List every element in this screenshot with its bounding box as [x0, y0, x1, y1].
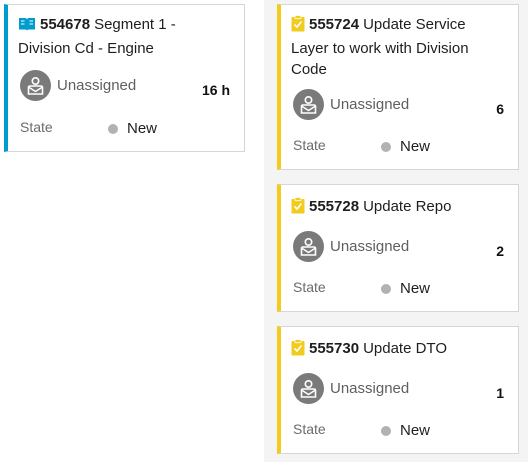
- user-avatar-icon: [293, 373, 324, 404]
- card-title-row: 554678 Segment 1 - Division Cd - Engine: [18, 14, 228, 59]
- work-item-card[interactable]: 555730 Update DTO Unassigned 1 State New: [277, 326, 519, 454]
- assignee-label: Unassigned: [330, 380, 410, 397]
- state-dot-icon: [381, 141, 391, 152]
- state-field[interactable]: New: [381, 138, 430, 155]
- work-item-card[interactable]: 554678 Segment 1 - Division Cd - Engine U…: [4, 4, 245, 152]
- state-field[interactable]: New: [381, 280, 430, 297]
- state-field[interactable]: New: [108, 120, 157, 137]
- work-item-id[interactable]: 555730: [309, 340, 359, 357]
- state-value: New: [400, 138, 431, 155]
- assignee[interactable]: Unassigned: [293, 89, 409, 120]
- effort-value: 2: [496, 243, 504, 259]
- state-dot-icon: [381, 425, 391, 436]
- user-avatar-icon: [293, 231, 324, 262]
- user-avatar-icon: [20, 70, 51, 101]
- state-value: New: [400, 280, 431, 297]
- state-label: State: [293, 421, 326, 437]
- state-dot-icon: [108, 123, 118, 134]
- user-avatar-icon: [293, 89, 324, 120]
- task-clipboard-icon: [291, 197, 305, 220]
- work-item-id[interactable]: 555728: [309, 198, 359, 215]
- effort-value: 16 h: [201, 82, 230, 98]
- assignee-label: Unassigned: [57, 77, 137, 94]
- work-item-id[interactable]: 555724: [309, 16, 359, 33]
- assignee[interactable]: Unassigned: [20, 70, 136, 101]
- state-field[interactable]: New: [381, 422, 430, 439]
- task-clipboard-icon: [291, 15, 305, 38]
- book-icon: [18, 16, 36, 38]
- work-item-title[interactable]: Update Repo: [363, 198, 451, 215]
- work-item-id[interactable]: 554678: [40, 16, 90, 33]
- work-item-title[interactable]: Update DTO: [363, 340, 447, 357]
- work-item-card[interactable]: 555724 Update Service Layer to work with …: [277, 4, 519, 170]
- assignee[interactable]: Unassigned: [293, 231, 409, 262]
- assignee-label: Unassigned: [330, 238, 410, 255]
- work-item-card[interactable]: 555728 Update Repo Unassigned 2 State New: [277, 184, 519, 312]
- effort-value: 6: [496, 101, 504, 117]
- card-title-row: 555724 Update Service Layer to work with …: [291, 14, 503, 80]
- assignee[interactable]: Unassigned: [293, 373, 409, 404]
- state-dot-icon: [381, 283, 391, 294]
- state-label: State: [293, 279, 326, 295]
- card-title-row: 555730 Update DTO: [291, 338, 503, 362]
- task-clipboard-icon: [291, 339, 305, 362]
- effort-value: 1: [496, 385, 504, 401]
- state-label: State: [293, 137, 326, 153]
- state-value: New: [127, 120, 158, 137]
- state-value: New: [400, 422, 431, 439]
- state-label: State: [20, 119, 53, 135]
- card-title-row: 555728 Update Repo: [291, 196, 503, 220]
- assignee-label: Unassigned: [330, 96, 410, 113]
